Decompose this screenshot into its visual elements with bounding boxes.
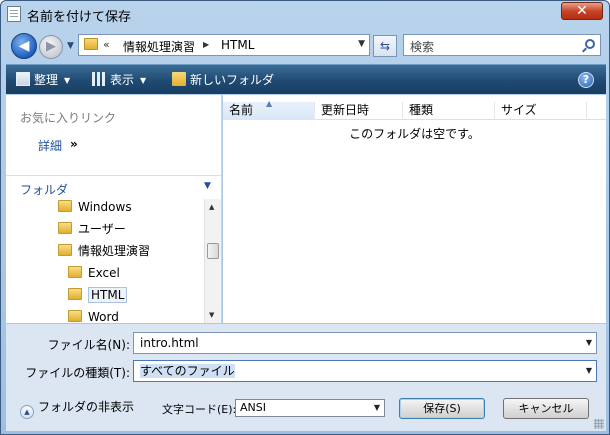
column-label: サイズ <box>501 103 537 117</box>
sort-ascending-icon: ▲ <box>266 99 273 108</box>
tree-scrollbar[interactable]: ▲ ▼ <box>204 199 221 323</box>
chevron-up-icon: ▲ <box>20 405 34 419</box>
refresh-icon: ⇆ <box>379 39 391 53</box>
folders-header[interactable]: フォルダ <box>20 181 68 198</box>
views-label: 表示 <box>110 73 135 87</box>
back-button[interactable]: ◀ <box>11 33 37 59</box>
filetype-value: すべてのファイル <box>140 364 235 378</box>
scroll-up-icon[interactable]: ▲ <box>209 203 214 211</box>
scroll-down-icon[interactable]: ▼ <box>209 311 214 319</box>
folder-icon <box>58 222 72 234</box>
chevron-down-icon[interactable]: ▼ <box>374 400 380 416</box>
tree-item[interactable]: Windows <box>58 199 132 217</box>
tree-item[interactable]: 情報処理演習 <box>58 241 150 261</box>
forward-button[interactable]: ▶ <box>39 35 63 59</box>
command-toolbar: 整理 ▼ 表示 ▼ 新しいフォルダ ? <box>6 64 606 94</box>
address-dropdown-icon[interactable]: ▼ <box>358 39 365 49</box>
hide-folders-toggle[interactable]: ▲ フォルダの非表示 <box>20 398 134 419</box>
scrollbar-thumb[interactable] <box>207 243 219 259</box>
hide-folders-label: フォルダの非表示 <box>38 400 135 414</box>
document-icon <box>7 6 21 22</box>
organize-menu[interactable]: 整理 ▼ <box>16 71 70 88</box>
search-icon[interactable] <box>585 39 595 49</box>
new-folder-icon <box>172 72 186 86</box>
chevron-down-icon[interactable]: ▼ <box>204 181 211 191</box>
column-type[interactable]: 種類 <box>403 102 495 120</box>
filetype-label: ファイルの種類(T): <box>25 366 130 380</box>
file-list: ▲ 名前 更新日時 種類 サイズ このフォルダは空です。 <box>223 95 606 323</box>
column-name[interactable]: ▲ 名前 <box>223 99 315 120</box>
navigation-bar: ◀ ▶ ▼ « 情報処理演習 ▶ HTML ▼ ⇆ 検索 <box>1 29 609 63</box>
folder-icon <box>58 244 72 256</box>
tree-item[interactable]: ユーザー <box>58 219 126 239</box>
folder-tree: Windows ユーザー 情報処理演習 Excel HTML Word <box>6 199 204 323</box>
tree-item-label: Word <box>88 310 119 323</box>
filename-label: ファイル名(N): <box>47 338 130 352</box>
column-label: 更新日時 <box>321 103 370 117</box>
views-icon <box>92 72 106 86</box>
recent-pages-dropdown-icon[interactable]: ▼ <box>67 41 74 51</box>
divider <box>6 175 221 176</box>
chevron-down-icon: ▼ <box>140 76 147 85</box>
filetype-select[interactable]: すべてのファイル ▼ <box>133 360 597 382</box>
tree-item-label: Windows <box>78 200 132 214</box>
breadcrumb-segment[interactable]: 情報処理演習 <box>123 38 195 55</box>
resize-grip[interactable] <box>594 419 604 429</box>
close-button[interactable]: ✕ <box>561 2 603 20</box>
organize-icon <box>16 72 30 86</box>
column-label: 名前 <box>229 103 254 117</box>
filename-value: intro.html <box>140 336 199 350</box>
encoding-value: ANSI <box>240 401 266 414</box>
tree-item-label: HTML <box>88 287 128 303</box>
favorite-links-header: お気に入りリンク <box>20 111 117 125</box>
refresh-button[interactable]: ⇆ <box>373 35 397 57</box>
title-bar: 名前を付けて保存 ✕ <box>1 1 609 29</box>
column-header-row: ▲ 名前 更新日時 種類 サイズ <box>223 99 606 120</box>
breadcrumb-segment[interactable]: HTML <box>221 38 254 52</box>
search-input[interactable]: 検索 <box>403 34 601 56</box>
window-title: 名前を付けて保存 <box>27 10 132 25</box>
tree-item[interactable]: Word <box>68 307 119 323</box>
tree-item-label: ユーザー <box>78 222 126 236</box>
encoding-label: 文字コード(E): <box>162 403 237 416</box>
new-folder-button[interactable]: 新しいフォルダ <box>172 71 274 88</box>
navigation-pane: お気に入りリンク 詳細 » フォルダ ▼ Windows ユーザー 情報処理演習… <box>6 95 222 323</box>
column-modified[interactable]: 更新日時 <box>315 102 403 120</box>
folder-icon <box>58 200 72 212</box>
detail-link[interactable]: 詳細 <box>38 137 62 154</box>
breadcrumb-arrow-icon[interactable]: ▶ <box>203 40 209 49</box>
chevron-down-icon[interactable]: ▼ <box>586 361 592 381</box>
save-options: ファイル名(N): intro.html ▼ ファイルの種類(T): すべてのフ… <box>6 323 606 431</box>
search-placeholder: 検索 <box>410 40 435 54</box>
empty-folder-message: このフォルダは空です。 <box>349 127 480 141</box>
folder-icon <box>68 310 82 322</box>
new-folder-label: 新しいフォルダ <box>190 73 275 87</box>
tree-item-selected[interactable]: HTML <box>68 285 128 305</box>
breadcrumb-overflow[interactable]: « <box>103 38 110 51</box>
save-button[interactable]: 保存(S) <box>399 398 485 419</box>
tree-item-label: Excel <box>88 266 120 280</box>
organize-label: 整理 <box>34 73 59 87</box>
help-icon[interactable]: ? <box>578 72 594 88</box>
folder-icon <box>68 288 82 300</box>
views-menu[interactable]: 表示 ▼ <box>92 71 146 88</box>
folder-icon <box>84 38 98 50</box>
cancel-button[interactable]: キャンセル <box>503 398 589 419</box>
tree-item-label: 情報処理演習 <box>78 244 151 258</box>
chevron-down-icon: ▼ <box>64 76 71 85</box>
column-label: 種類 <box>409 103 434 117</box>
tree-item[interactable]: Excel <box>68 263 120 283</box>
folder-icon <box>68 266 82 278</box>
save-as-dialog: 名前を付けて保存 ✕ ◀ ▶ ▼ « 情報処理演習 ▶ HTML ▼ ⇆ 検索 … <box>0 0 610 435</box>
address-bar[interactable]: « 情報処理演習 ▶ HTML ▼ <box>78 34 370 56</box>
encoding-select[interactable]: ANSI ▼ <box>235 399 385 417</box>
more-links-button[interactable]: » <box>70 137 78 151</box>
filename-field[interactable]: intro.html ▼ <box>133 332 597 354</box>
column-size[interactable]: サイズ <box>495 102 587 120</box>
chevron-down-icon[interactable]: ▼ <box>586 333 592 353</box>
